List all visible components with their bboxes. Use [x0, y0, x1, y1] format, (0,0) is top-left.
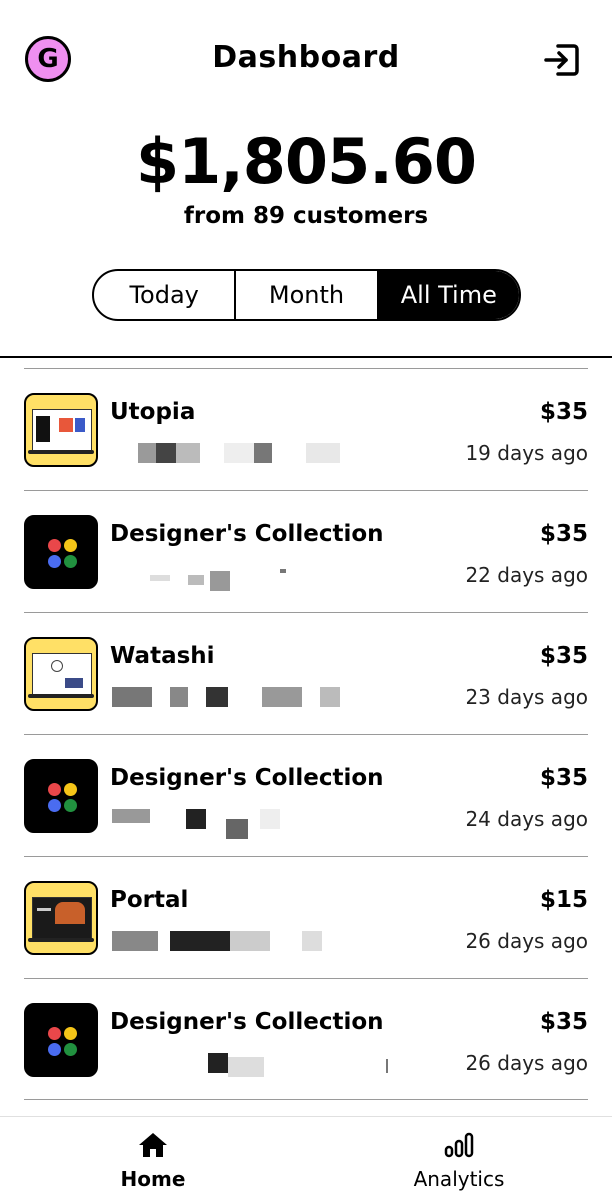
product-name: Watashi [110, 643, 215, 669]
list-item[interactable]: Portal $15 26 days ago [24, 856, 588, 978]
tab-today[interactable]: Today [94, 271, 237, 319]
list-item[interactable]: Watashi $35 23 days ago [24, 612, 588, 734]
customer-email-redacted [110, 565, 330, 591]
sales-list: Utopia $35 19 days ago Designer's Collec… [0, 368, 612, 1100]
product-name: Designer's Collection [110, 765, 384, 791]
sale-date: 19 days ago [465, 441, 588, 465]
product-name: Designer's Collection [110, 521, 384, 547]
product-thumbnail [24, 881, 98, 955]
tab-all-time[interactable]: All Time [378, 271, 519, 319]
divider [0, 356, 612, 358]
product-name: Portal [110, 887, 189, 913]
sale-price: $35 [539, 1009, 588, 1035]
sale-price: $15 [539, 887, 588, 913]
sale-price: $35 [539, 643, 588, 669]
sale-date: 26 days ago [465, 1051, 588, 1075]
header: G Dashboard [0, 0, 612, 120]
page-title: Dashboard [212, 40, 400, 75]
customer-count: from 89 customers [183, 203, 429, 229]
product-thumbnail [24, 759, 98, 833]
product-name: Utopia [110, 399, 196, 425]
list-item[interactable]: Designer's Collection $35 24 days ago [24, 734, 588, 856]
sale-date: 24 days ago [465, 807, 588, 831]
sale-price: $35 [539, 399, 588, 425]
product-thumbnail [24, 515, 98, 589]
customer-email-redacted [110, 1053, 388, 1077]
list-item[interactable]: Utopia $35 19 days ago [24, 368, 588, 490]
customer-email-redacted [110, 931, 330, 951]
sale-price: $35 [539, 521, 588, 547]
tab-label: Home [120, 1167, 186, 1191]
range-selector: Today Month All Time [92, 269, 521, 321]
product-thumbnail [24, 1003, 98, 1077]
product-name: Designer's Collection [110, 1009, 384, 1035]
tab-month[interactable]: Month [236, 271, 379, 319]
product-thumbnail [24, 393, 98, 467]
list-item[interactable]: Designer's Collection $35 22 days ago [24, 490, 588, 612]
logout-icon[interactable] [542, 40, 582, 80]
tab-analytics[interactable]: Analytics [306, 1117, 612, 1201]
customer-email-redacted [110, 443, 340, 463]
bottom-tab-bar: Home Analytics [0, 1116, 612, 1201]
customer-email-redacted [110, 809, 330, 839]
list-item[interactable]: Designer's Collection $35 26 days ago [24, 978, 588, 1100]
home-icon [137, 1131, 169, 1163]
sale-date: 26 days ago [465, 929, 588, 953]
customer-email-redacted [110, 687, 340, 707]
tab-home[interactable]: Home [0, 1117, 306, 1201]
product-thumbnail [24, 637, 98, 711]
sale-date: 22 days ago [465, 563, 588, 587]
sale-price: $35 [539, 765, 588, 791]
revenue-total: $1,805.60 [135, 125, 477, 198]
tab-label: Analytics [413, 1167, 505, 1191]
analytics-icon [443, 1131, 475, 1163]
sale-date: 23 days ago [465, 685, 588, 709]
